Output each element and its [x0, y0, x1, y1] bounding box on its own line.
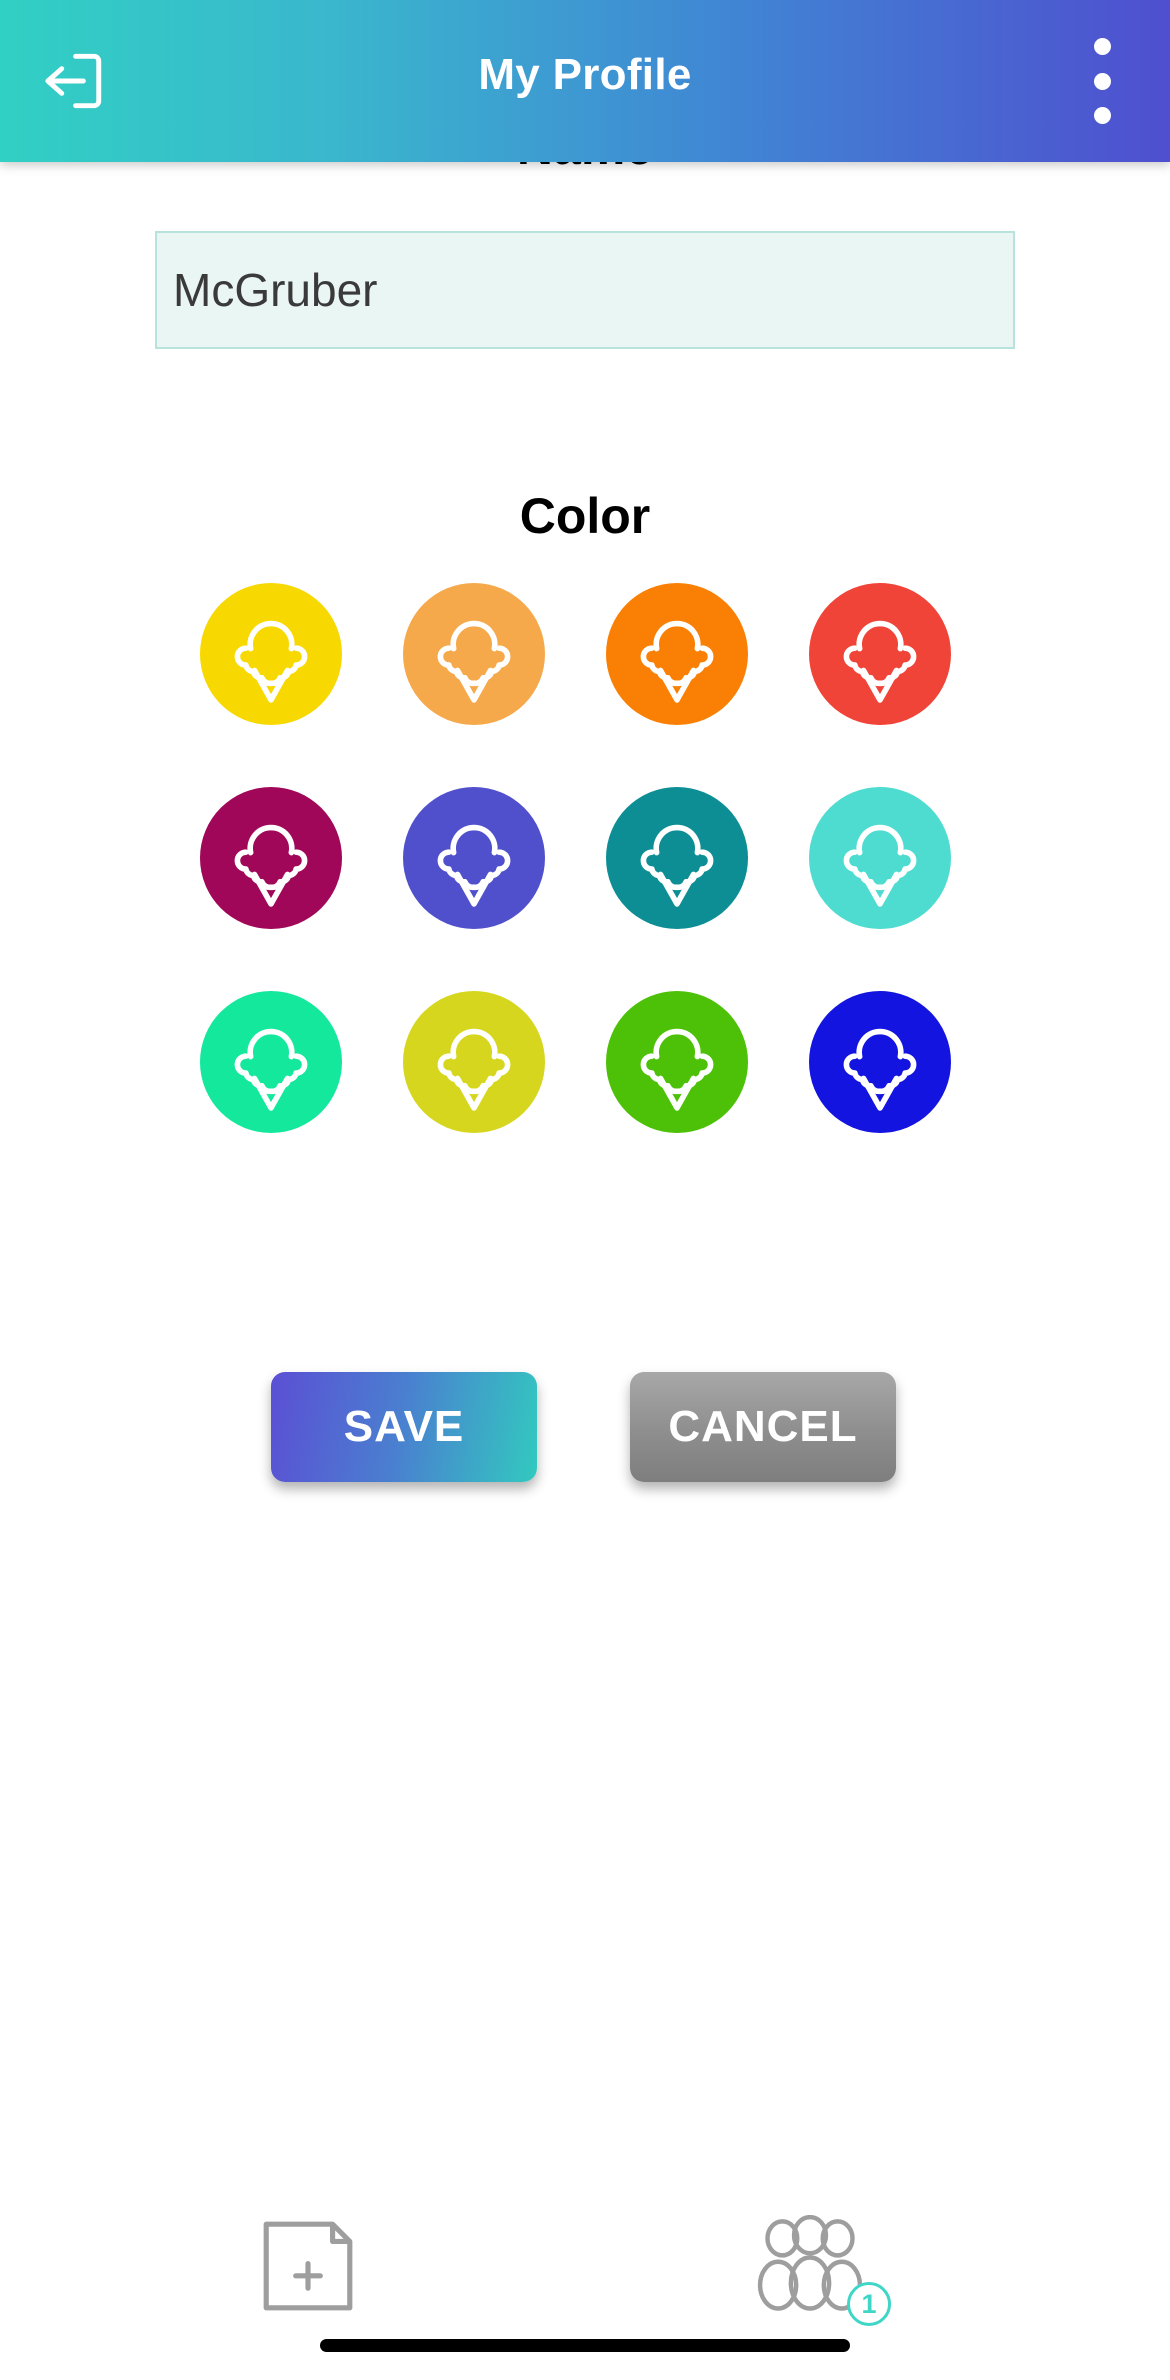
ice-cream-cone-icon: [422, 1010, 526, 1114]
add-note-icon[interactable]: [233, 2208, 383, 2324]
ice-cream-cone-icon: [422, 806, 526, 910]
color-swatch-light-orange[interactable]: [403, 583, 545, 725]
overflow-dot: [1093, 72, 1111, 90]
app-bar: My Profile: [0, 0, 1170, 162]
color-swatch-red[interactable]: [809, 583, 951, 725]
people-group-icon[interactable]: 1: [735, 2208, 891, 2326]
ice-cream-cone-icon: [625, 602, 729, 706]
overflow-menu-icon[interactable]: [1072, 34, 1132, 128]
ice-cream-cone-icon: [625, 806, 729, 910]
bottom-navigation-bar: 1: [0, 2180, 1170, 2380]
ice-cream-cone-icon: [219, 602, 323, 706]
color-swatch-citron[interactable]: [403, 991, 545, 1133]
overflow-dot: [1093, 38, 1111, 55]
ice-cream-cone-icon: [828, 806, 932, 910]
color-swatch-spring-green[interactable]: [200, 991, 342, 1133]
ice-cream-cone-icon: [219, 1010, 323, 1114]
ice-cream-cone-icon: [422, 602, 526, 706]
profile-screen: Name Color SAVE CANCEL: [0, 0, 1170, 2380]
color-swatch-magenta[interactable]: [200, 787, 342, 929]
color-swatch-indigo[interactable]: [403, 787, 545, 929]
color-swatch-teal[interactable]: [606, 787, 748, 929]
color-swatch-blue[interactable]: [809, 991, 951, 1133]
ice-cream-cone-icon: [828, 1010, 932, 1114]
color-swatch-green[interactable]: [606, 991, 748, 1133]
page-title: My Profile: [478, 50, 692, 99]
name-input[interactable]: [155, 231, 1015, 349]
ice-cream-cone-icon: [828, 602, 932, 706]
scroll-content: Name Color SAVE CANCEL: [0, 0, 1170, 2380]
cancel-button[interactable]: CANCEL: [630, 1372, 896, 1482]
ice-cream-cone-icon: [625, 1010, 729, 1114]
color-section-label: Color: [519, 488, 651, 544]
ice-cream-cone-icon: [219, 806, 323, 910]
overflow-dot: [1093, 107, 1111, 124]
color-swatch-grid: [200, 583, 990, 1133]
home-gesture-bar[interactable]: [320, 2339, 850, 2352]
color-swatch-orange[interactable]: [606, 583, 748, 725]
color-swatch-turquoise[interactable]: [809, 787, 951, 929]
group-count-badge: 1: [847, 2282, 891, 2326]
color-swatch-yellow[interactable]: [200, 583, 342, 725]
save-button[interactable]: SAVE: [271, 1372, 537, 1482]
